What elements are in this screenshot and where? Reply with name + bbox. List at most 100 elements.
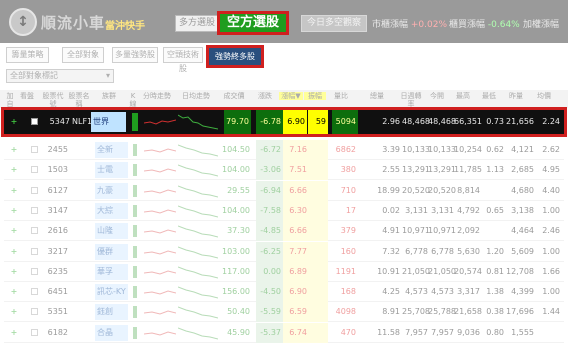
strong-stock-tab[interactable]: 強勢終多股 — [206, 45, 264, 68]
stock-name[interactable]: 九豪 — [95, 182, 128, 199]
table-row[interactable]: +3217 優群 103.00 -6.25 7.77 160 7.32 6,778 6,778 5… — [4, 241, 564, 262]
view-checkbox[interactable] — [31, 288, 38, 296]
bear-tab[interactable]: 空方選股 — [217, 11, 289, 35]
column-header[interactable]: 振幅 — [304, 92, 326, 100]
add-watch-button[interactable]: + — [9, 282, 19, 302]
low-cell: 9,036 — [457, 327, 480, 337]
stock-code: 6127 — [47, 185, 68, 195]
table-row[interactable]: +5351 鈺創 50.40 -5.59 6.59 4098 8.91 25,708 25,78… — [4, 302, 564, 323]
column-header[interactable]: 分時走勢 — [140, 92, 174, 100]
table-row[interactable]: +6235 華孚 117.00 0.00 6.89 1191 10.91 21,050 21,0… — [4, 261, 564, 282]
column-header[interactable]: 今開 — [424, 92, 450, 100]
highlighted-stock-row[interactable]: + 5347 NLF1 世界 79.70 -6.78 6.90 59 5094 … — [1, 107, 567, 137]
add-watch-button[interactable]: + — [9, 323, 19, 343]
intraday-sparkline — [144, 290, 176, 295]
column-header[interactable]: 看盤 — [18, 92, 36, 100]
column-header[interactable]: 總量 — [358, 92, 396, 100]
column-header[interactable]: 股票代號 — [40, 92, 66, 108]
filter-select[interactable]: 全部對象標記 ▾ — [6, 69, 114, 83]
column-header[interactable]: 日週轉率 — [398, 92, 424, 108]
column-header[interactable]: 最高 — [450, 92, 476, 100]
stock-group[interactable]: 世界 — [91, 112, 126, 132]
column-header[interactable]: K線 — [128, 92, 138, 108]
column-header[interactable]: 漲幅▼ — [279, 92, 303, 100]
tab-all[interactable]: 全部對象 — [62, 47, 104, 63]
add-watch-button[interactable]: + — [9, 262, 19, 282]
stock-name[interactable]: 大綜 — [95, 202, 128, 219]
price-cell: 37.30 — [227, 226, 250, 236]
view-checkbox[interactable] — [31, 146, 38, 153]
table-row[interactable]: +1503 士電 104.00 -3.06 7.51 380 2.55 13,291 13,29… — [4, 160, 564, 181]
ratio-cell: 1.20 — [486, 246, 504, 256]
table-row[interactable]: +6451 訊芯-KY 156.00 -4.50 6.90 168 4.25 4,573 4,5… — [4, 282, 564, 303]
logo-text: 順流小車 — [41, 14, 106, 32]
stock-name[interactable]: 士電 — [95, 162, 128, 179]
add-watch-button[interactable]: + — [9, 302, 19, 322]
otc-change-stat: 櫃買漲幅 -0.64% — [449, 20, 520, 30]
add-watch-button[interactable]: + — [9, 181, 19, 201]
view-checkbox[interactable] — [31, 166, 38, 174]
volume-cell: 470 — [340, 327, 356, 337]
add-watch-button[interactable]: + — [9, 201, 19, 221]
volume-cell: 168 — [340, 287, 356, 297]
stock-name[interactable]: 山隆 — [95, 223, 128, 240]
high-cell: 4,573 — [431, 287, 454, 297]
intraday-sparkline — [144, 270, 176, 275]
kline-candle — [133, 286, 137, 299]
view-checkbox[interactable] — [31, 206, 38, 214]
add-watch-button[interactable]: + — [9, 110, 19, 134]
table-row[interactable]: +6182 合晶 45.90 -5.37 6.74 470 11.58 7,957 7,957 9… — [4, 322, 564, 343]
volume-cell: 380 — [340, 165, 356, 175]
column-header[interactable]: 族群 — [92, 92, 126, 100]
outer-cell: 4.40 — [542, 185, 560, 195]
tab-bear-tech[interactable]: 空頭技術股 — [163, 47, 203, 73]
column-header[interactable]: 量比 — [328, 92, 354, 100]
pct-cell: 6.74 — [289, 327, 307, 337]
inner-cell: 2,685 — [511, 165, 534, 175]
stock-name[interactable]: 優群 — [95, 243, 128, 260]
stock-name[interactable]: 合晶 — [95, 324, 128, 341]
outer-cell: 1.66 — [542, 266, 560, 276]
add-watch-button[interactable]: + — [9, 160, 19, 180]
add-watch-button[interactable]: + — [9, 221, 19, 241]
table-row[interactable]: +2455 全新 104.50 -6.72 7.16 6862 3.39 10,133 10,1… — [4, 140, 564, 160]
price-cell: 104.00 — [222, 165, 250, 175]
intraday-sparkline — [144, 310, 176, 315]
view-checkbox[interactable] — [31, 308, 38, 316]
stock-name[interactable]: 華孚 — [95, 263, 128, 280]
view-checkbox[interactable] — [31, 118, 38, 125]
stock-name[interactable]: 鈺創 — [95, 304, 128, 321]
add-watch-button[interactable]: + — [9, 140, 19, 160]
column-header[interactable]: 日均走勢 — [176, 92, 216, 100]
tab-volume-strong[interactable]: 多量強勢股 — [112, 47, 158, 63]
bull-tab[interactable]: 多方選股 — [175, 15, 219, 32]
stock-name[interactable]: 全新 — [95, 142, 128, 158]
high-cell: 7,957 — [431, 327, 454, 337]
view-checkbox[interactable] — [31, 227, 38, 235]
ratio-cell — [482, 181, 504, 201]
tab-strategy[interactable]: 籌量策略 — [6, 47, 49, 63]
market-change-stat: 市櫃漲幅 +0.02% — [372, 20, 448, 30]
table-row[interactable]: +6127 九豪 29.55 -6.94 6.66 710 18.99 20,520 20,52… — [4, 180, 564, 201]
column-header[interactable]: 昨量 — [502, 92, 530, 100]
stock-name[interactable]: 訊芯-KY — [95, 284, 128, 301]
today-tab[interactable]: 今日多空觀察 — [301, 15, 367, 32]
column-header[interactable]: 股票名稱 — [68, 92, 90, 108]
table-row[interactable]: +3147 大綜 104.00 -7.58 6.30 17 0.02 3,131 3,131 4,… — [4, 200, 564, 221]
column-header[interactable]: 均價 — [532, 92, 556, 100]
turnover-cell: 2.55 — [382, 165, 400, 175]
change-cell: -7.58 — [260, 205, 281, 215]
column-header[interactable]: 成交價 — [220, 92, 248, 100]
view-checkbox[interactable] — [31, 247, 38, 255]
outer-cell — [536, 323, 560, 343]
view-checkbox[interactable] — [31, 186, 38, 194]
view-checkbox[interactable] — [31, 267, 38, 275]
view-checkbox[interactable] — [31, 328, 38, 336]
table-row[interactable]: +2616 山隆 37.30 -4.85 6.66 379 4.91 10,971 10,971… — [4, 221, 564, 242]
column-header[interactable]: 最低 — [478, 92, 500, 100]
change-cell: -5.37 — [260, 327, 281, 337]
turnover-cell: 10.91 — [377, 266, 400, 276]
stock-code: 5351 — [47, 307, 68, 317]
column-header[interactable]: 漲跌 — [252, 92, 278, 100]
add-watch-button[interactable]: + — [9, 242, 19, 262]
